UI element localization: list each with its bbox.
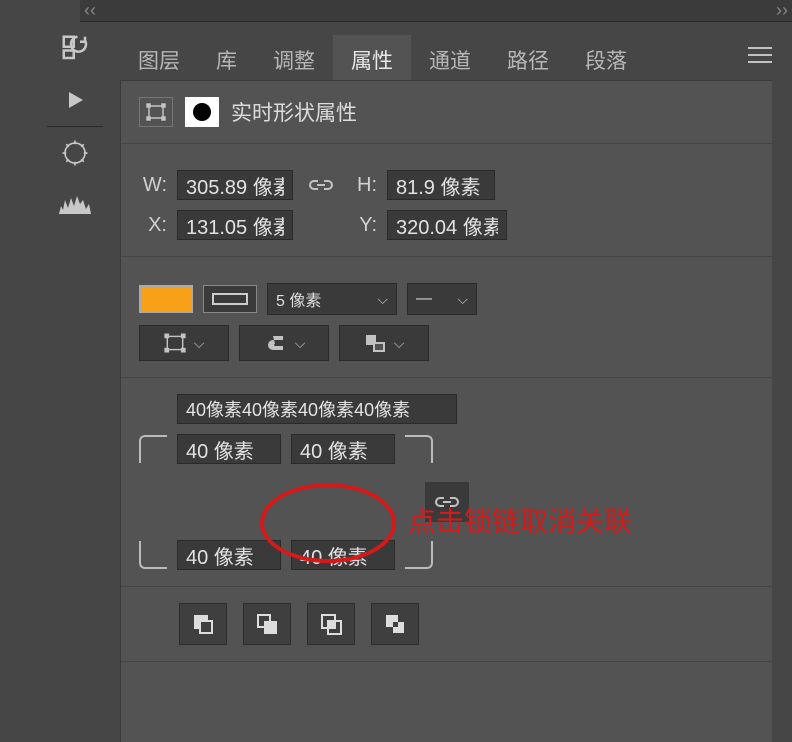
properties-panel: 实时形状属性 W: H: X: Y: 5 像素 ⌵ xyxy=(120,80,772,742)
height-input[interactable] xyxy=(387,170,495,200)
corner-bl-icon xyxy=(139,541,167,569)
stroke-dash-dropdown[interactable]: —⌵ xyxy=(407,283,477,315)
panel-menu-icon[interactable] xyxy=(748,42,772,68)
pathop-intersect[interactable] xyxy=(307,603,355,645)
tab-channels[interactable]: 通道 xyxy=(411,35,489,85)
compass-tool[interactable] xyxy=(47,126,103,178)
chevron-down-icon: ⌵ xyxy=(295,335,306,352)
corners-summary-input[interactable] xyxy=(177,394,457,424)
appearance-section: 5 像素⌵ —⌵ ⌵ ⌵ ⌵ xyxy=(121,257,772,378)
corner-tr-icon xyxy=(405,435,433,463)
panel-tabs: 图层 库 调整 属性 通道 路径 段落 xyxy=(120,35,772,85)
collapse-left-icon[interactable]: ‹‹ xyxy=(84,0,96,21)
link-wh-icon[interactable] xyxy=(303,171,339,199)
tab-properties[interactable]: 属性 xyxy=(333,35,411,85)
mask-icon xyxy=(185,97,219,127)
cap-dropdown[interactable]: ⌵ xyxy=(239,325,329,361)
width-input[interactable] xyxy=(177,170,293,200)
pathop-unite[interactable] xyxy=(179,603,227,645)
pathop-exclude[interactable] xyxy=(371,603,419,645)
play-tool[interactable] xyxy=(47,74,103,126)
panel-header: 实时形状属性 xyxy=(121,81,772,144)
y-input[interactable] xyxy=(387,210,507,240)
corner-tl-icon xyxy=(139,435,167,463)
chevron-down-icon: ⌵ xyxy=(457,291,468,308)
pathops-section xyxy=(121,587,772,662)
histogram-tool[interactable] xyxy=(47,178,103,230)
collapse-right-icon[interactable]: ›› xyxy=(776,0,788,21)
pathop-subtract[interactable] xyxy=(243,603,291,645)
chevron-down-icon: ⌵ xyxy=(194,335,205,352)
height-label: H: xyxy=(349,174,377,197)
stroke-width-value: 5 像素 xyxy=(276,287,321,311)
width-label: W: xyxy=(139,174,167,197)
left-toolbar xyxy=(47,22,103,230)
transform-section: W: H: X: Y: xyxy=(121,144,772,257)
tab-paragraph[interactable]: 段落 xyxy=(567,35,645,85)
history-tool[interactable] xyxy=(47,22,103,74)
align-dropdown[interactable]: ⌵ xyxy=(139,325,229,361)
chevron-down-icon: ⌵ xyxy=(394,335,405,352)
collapse-strip: ‹‹ ›› xyxy=(80,0,792,22)
corner-bl-input[interactable] xyxy=(177,540,281,570)
shape-icon xyxy=(139,97,173,127)
panel-title: 实时形状属性 xyxy=(231,97,357,127)
corner-tl-input[interactable] xyxy=(177,434,281,464)
link-corners-button[interactable] xyxy=(425,482,469,522)
tab-library[interactable]: 库 xyxy=(198,35,255,85)
stroke-style-swatch[interactable] xyxy=(203,285,257,313)
x-label: X: xyxy=(139,214,167,237)
corner-tr-input[interactable] xyxy=(291,434,395,464)
fill-color-swatch[interactable] xyxy=(139,285,193,313)
corner-dropdown[interactable]: ⌵ xyxy=(339,325,429,361)
y-label: Y: xyxy=(349,214,377,237)
x-input[interactable] xyxy=(177,210,293,240)
tab-paths[interactable]: 路径 xyxy=(489,35,567,85)
corner-br-icon xyxy=(405,541,433,569)
tab-adjust[interactable]: 调整 xyxy=(255,35,333,85)
stroke-dash-value: — xyxy=(416,290,432,308)
corner-br-input[interactable] xyxy=(291,540,395,570)
corners-section xyxy=(121,378,772,587)
stroke-width-dropdown[interactable]: 5 像素 ⌵ xyxy=(267,283,397,315)
chevron-down-icon: ⌵ xyxy=(377,291,388,308)
tab-layers[interactable]: 图层 xyxy=(120,35,198,85)
